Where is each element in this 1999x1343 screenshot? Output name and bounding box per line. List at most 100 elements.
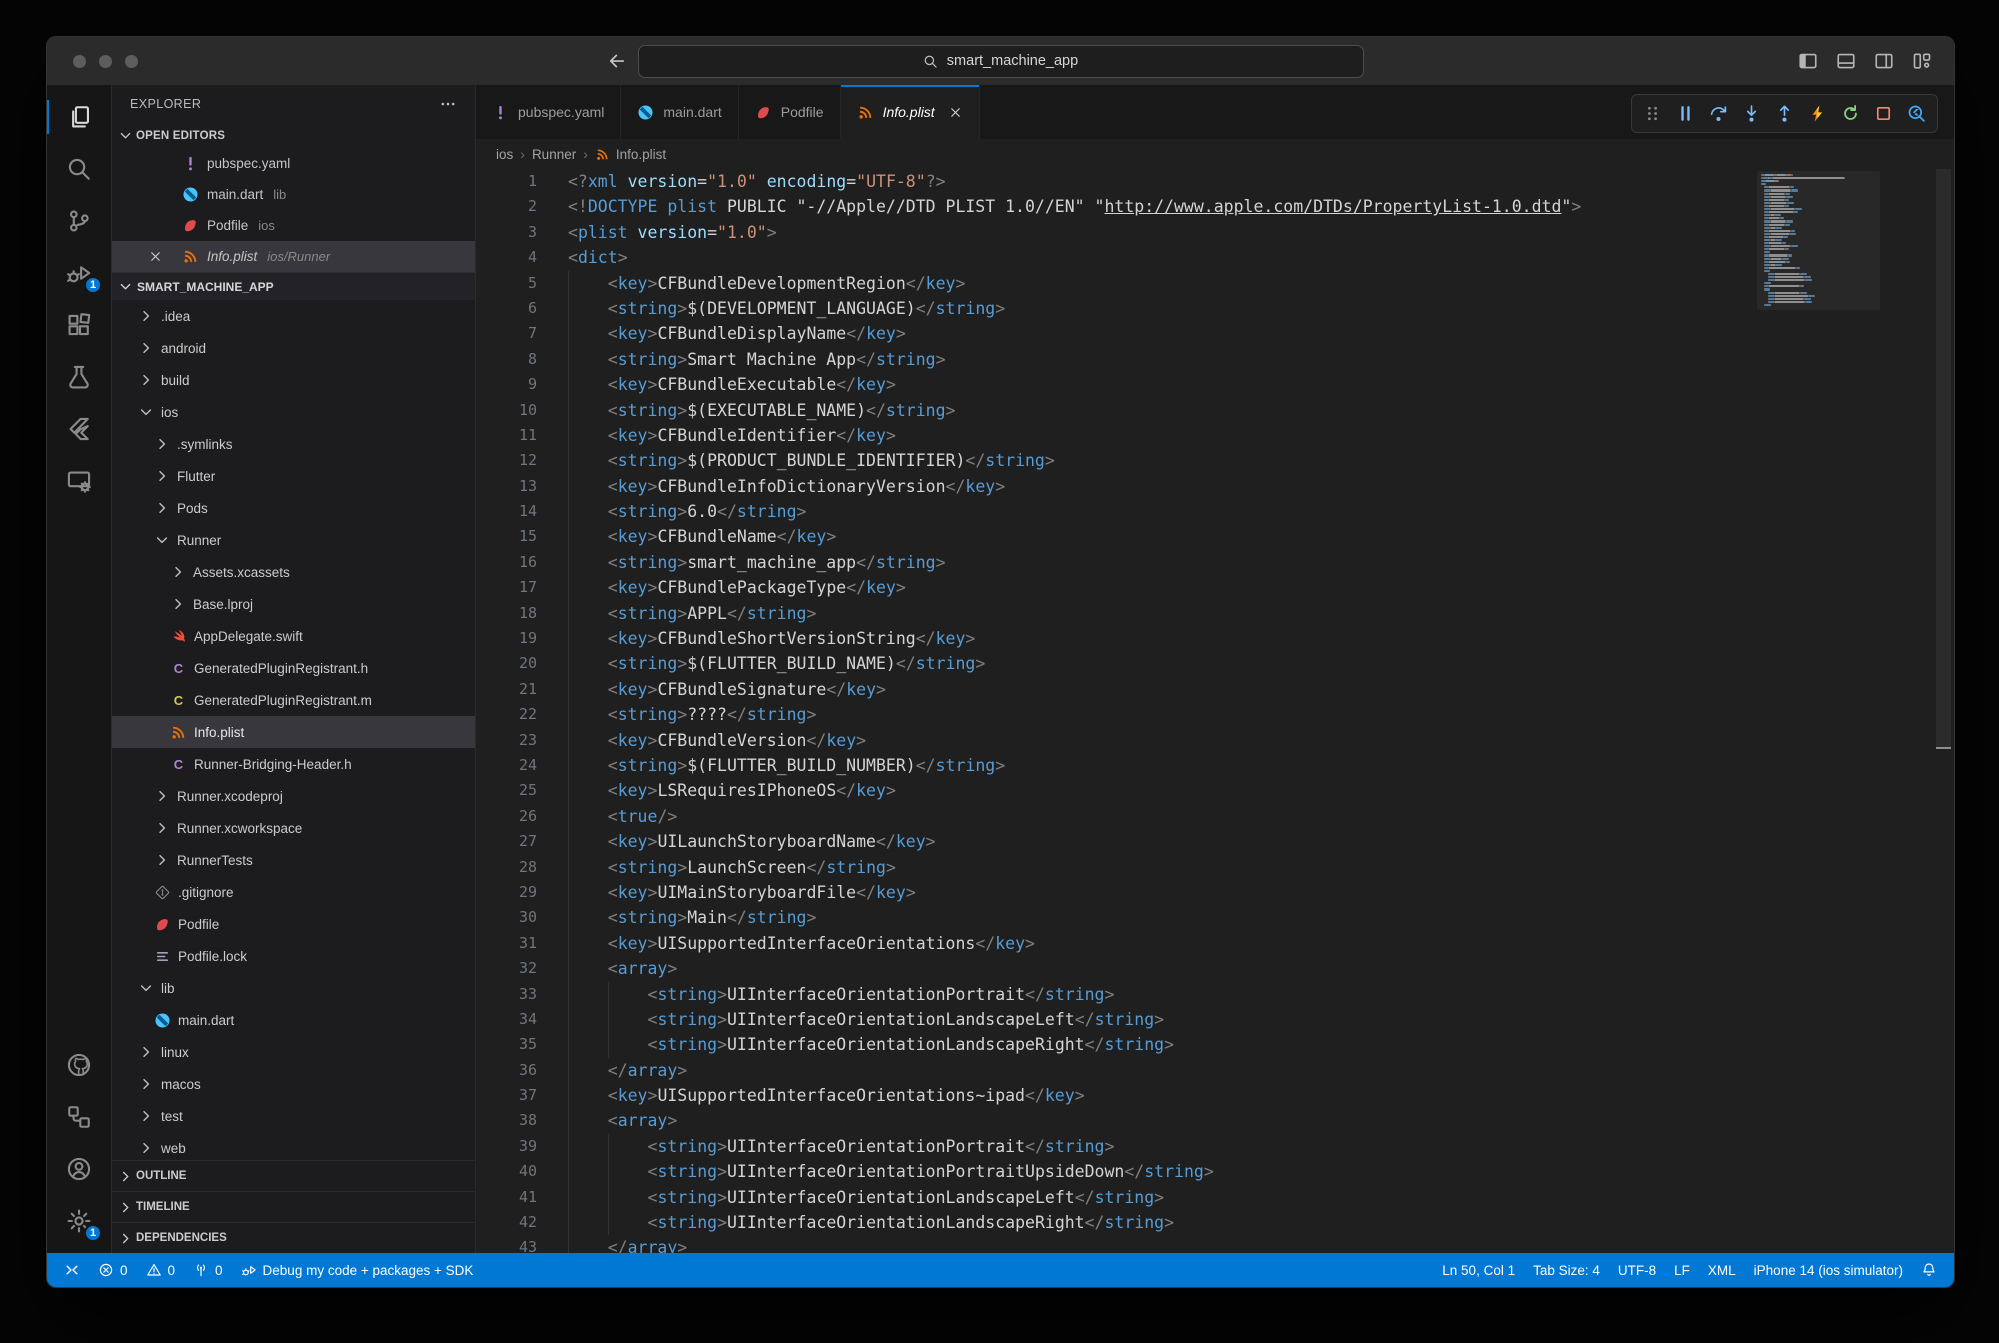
code-line-23[interactable]: 23<key>CFBundleVersion</key> [476, 728, 1954, 753]
status-warning[interactable]: 0 [137, 1253, 185, 1287]
tree-item-runnertests[interactable]: RunnerTests [112, 844, 475, 876]
code-line-39[interactable]: 39<string>UIInterfaceOrientationPortrait… [476, 1134, 1954, 1159]
breadcrumb-item-ios[interactable]: ios [496, 147, 513, 162]
code-line-42[interactable]: 42<string>UIInterfaceOrientationLandscap… [476, 1210, 1954, 1235]
tree-item-podfile[interactable]: Podfile [112, 908, 475, 940]
code-line-20[interactable]: 20<string>$(FLUTTER_BUILD_NAME)</string> [476, 651, 1954, 676]
tree-item-symlinks[interactable]: .symlinks [112, 428, 475, 460]
activity-debug-button[interactable]: 1 [47, 247, 111, 299]
code-line-32[interactable]: 32<array> [476, 956, 1954, 981]
code-line-11[interactable]: 11<key>CFBundleIdentifier</key> [476, 423, 1954, 448]
code-line-18[interactable]: 18<string>APPL</string> [476, 601, 1954, 626]
line-number[interactable]: 5 [476, 271, 568, 296]
line-number[interactable]: 36 [476, 1058, 568, 1083]
code-line-31[interactable]: 31<key>UISupportedInterfaceOrientations<… [476, 931, 1954, 956]
status-lf[interactable]: LF [1665, 1253, 1699, 1287]
line-number[interactable]: 27 [476, 829, 568, 854]
activity-account-button[interactable] [47, 1143, 111, 1195]
section-timeline[interactable]: TIMELINE [112, 1191, 475, 1222]
activity-files-button[interactable] [47, 91, 111, 143]
activity-search-button[interactable] [47, 143, 111, 195]
code-line-36[interactable]: 36</array> [476, 1058, 1954, 1083]
layout-right-icon[interactable] [1874, 51, 1894, 71]
code-line-37[interactable]: 37<key>UISupportedInterfaceOrientations~… [476, 1083, 1954, 1108]
breadcrumb-item-runner[interactable]: Runner [532, 147, 576, 162]
line-number[interactable]: 38 [476, 1108, 568, 1133]
tree-item-runner-xcodeproj[interactable]: Runner.xcodeproj [112, 780, 475, 812]
code-line-10[interactable]: 10<string>$(EXECUTABLE_NAME)</string> [476, 398, 1954, 423]
line-number[interactable]: 8 [476, 347, 568, 372]
line-number[interactable]: 40 [476, 1159, 568, 1184]
line-number[interactable]: 33 [476, 982, 568, 1007]
code-line-24[interactable]: 24<string>$(FLUTTER_BUILD_NUMBER)</strin… [476, 753, 1954, 778]
status-tower[interactable]: 0 [184, 1253, 232, 1287]
restart-button[interactable] [1835, 99, 1866, 129]
tab-podfile[interactable]: Podfile [739, 85, 841, 139]
status-bell[interactable] [1912, 1253, 1946, 1287]
code-line-30[interactable]: 30<string>Main</string> [476, 905, 1954, 930]
code-line-38[interactable]: 38<array> [476, 1108, 1954, 1133]
activity-github-button[interactable] [47, 1039, 111, 1091]
close-icon[interactable] [148, 249, 163, 264]
line-number[interactable]: 3 [476, 220, 568, 245]
line-number[interactable]: 39 [476, 1134, 568, 1159]
tree-item-info-plist[interactable]: Info.plist [112, 716, 475, 748]
activity-extensions-button[interactable] [47, 299, 111, 351]
step-over-button[interactable] [1703, 99, 1734, 129]
minimize-window-button[interactable] [99, 55, 112, 68]
code-line-2[interactable]: 2<!DOCTYPE plist PUBLIC "-//Apple//DTD P… [476, 194, 1954, 219]
line-number[interactable]: 29 [476, 880, 568, 905]
code-line-6[interactable]: 6<string>$(DEVELOPMENT_LANGUAGE)</string… [476, 296, 1954, 321]
status-error[interactable]: 0 [89, 1253, 137, 1287]
line-number[interactable]: 4 [476, 245, 568, 270]
open-editor-info-plist[interactable]: Info.plistios/Runner [112, 241, 475, 272]
minimap[interactable] [1761, 174, 1876, 307]
code-line-33[interactable]: 33<string>UIInterfaceOrientationPortrait… [476, 982, 1954, 1007]
code-line-7[interactable]: 7<key>CFBundleDisplayName</key> [476, 321, 1954, 346]
tree-item-android[interactable]: android [112, 332, 475, 364]
close-window-button[interactable] [73, 55, 86, 68]
line-number[interactable]: 24 [476, 753, 568, 778]
tree-item-flutter[interactable]: Flutter [112, 460, 475, 492]
line-number[interactable]: 19 [476, 626, 568, 651]
tab-main-dart[interactable]: main.dart [621, 85, 738, 139]
line-number[interactable]: 11 [476, 423, 568, 448]
line-number[interactable]: 9 [476, 372, 568, 397]
code-line-9[interactable]: 9<key>CFBundleExecutable</key> [476, 372, 1954, 397]
layout-custom-icon[interactable] [1912, 51, 1932, 71]
line-number[interactable]: 18 [476, 601, 568, 626]
activity-flutter-button[interactable] [47, 403, 111, 455]
code-line-29[interactable]: 29<key>UIMainStoryboardFile</key> [476, 880, 1954, 905]
tree-item-generatedpluginregistrant-m[interactable]: CGeneratedPluginRegistrant.m [112, 684, 475, 716]
tab-pubspec-yaml[interactable]: pubspec.yaml [476, 85, 621, 139]
line-number[interactable]: 14 [476, 499, 568, 524]
line-number[interactable]: 16 [476, 550, 568, 575]
line-number[interactable]: 15 [476, 524, 568, 549]
line-number[interactable]: 2 [476, 194, 568, 219]
line-number[interactable]: 35 [476, 1032, 568, 1057]
layout-sidebar-icon[interactable] [1798, 51, 1818, 71]
code-line-3[interactable]: 3<plist version="1.0"> [476, 220, 1954, 245]
line-number[interactable]: 25 [476, 778, 568, 803]
status-remote[interactable] [55, 1253, 89, 1287]
tree-item-macos[interactable]: macos [112, 1068, 475, 1100]
line-number[interactable]: 34 [476, 1007, 568, 1032]
line-number[interactable]: 23 [476, 728, 568, 753]
hot-reload-button[interactable] [1802, 99, 1833, 129]
line-number[interactable]: 7 [476, 321, 568, 346]
vertical-scrollbar[interactable] [1936, 169, 1951, 749]
tree-item-pods[interactable]: Pods [112, 492, 475, 524]
status-debug-alt[interactable]: Debug my code + packages + SDK [232, 1253, 483, 1287]
tree-item-web[interactable]: web [112, 1132, 475, 1160]
line-number[interactable]: 41 [476, 1185, 568, 1210]
line-number[interactable]: 37 [476, 1083, 568, 1108]
code-line-13[interactable]: 13<key>CFBundleInfoDictionaryVersion</ke… [476, 474, 1954, 499]
code-line-1[interactable]: 1<?xml version="1.0" encoding="UTF-8"?> [476, 169, 1954, 194]
code-line-17[interactable]: 17<key>CFBundlePackageType</key> [476, 575, 1954, 600]
code-line-5[interactable]: 5<key>CFBundleDevelopmentRegion</key> [476, 271, 1954, 296]
line-number[interactable]: 43 [476, 1235, 568, 1253]
code-editor[interactable]: 1<?xml version="1.0" encoding="UTF-8"?>2… [476, 169, 1954, 1253]
breadcrumb-item-info-plist[interactable]: Info.plist [595, 147, 666, 162]
open-editor-podfile[interactable]: Podfileios [112, 210, 475, 241]
open-editors-header[interactable]: OPEN EDITORS [112, 123, 475, 148]
